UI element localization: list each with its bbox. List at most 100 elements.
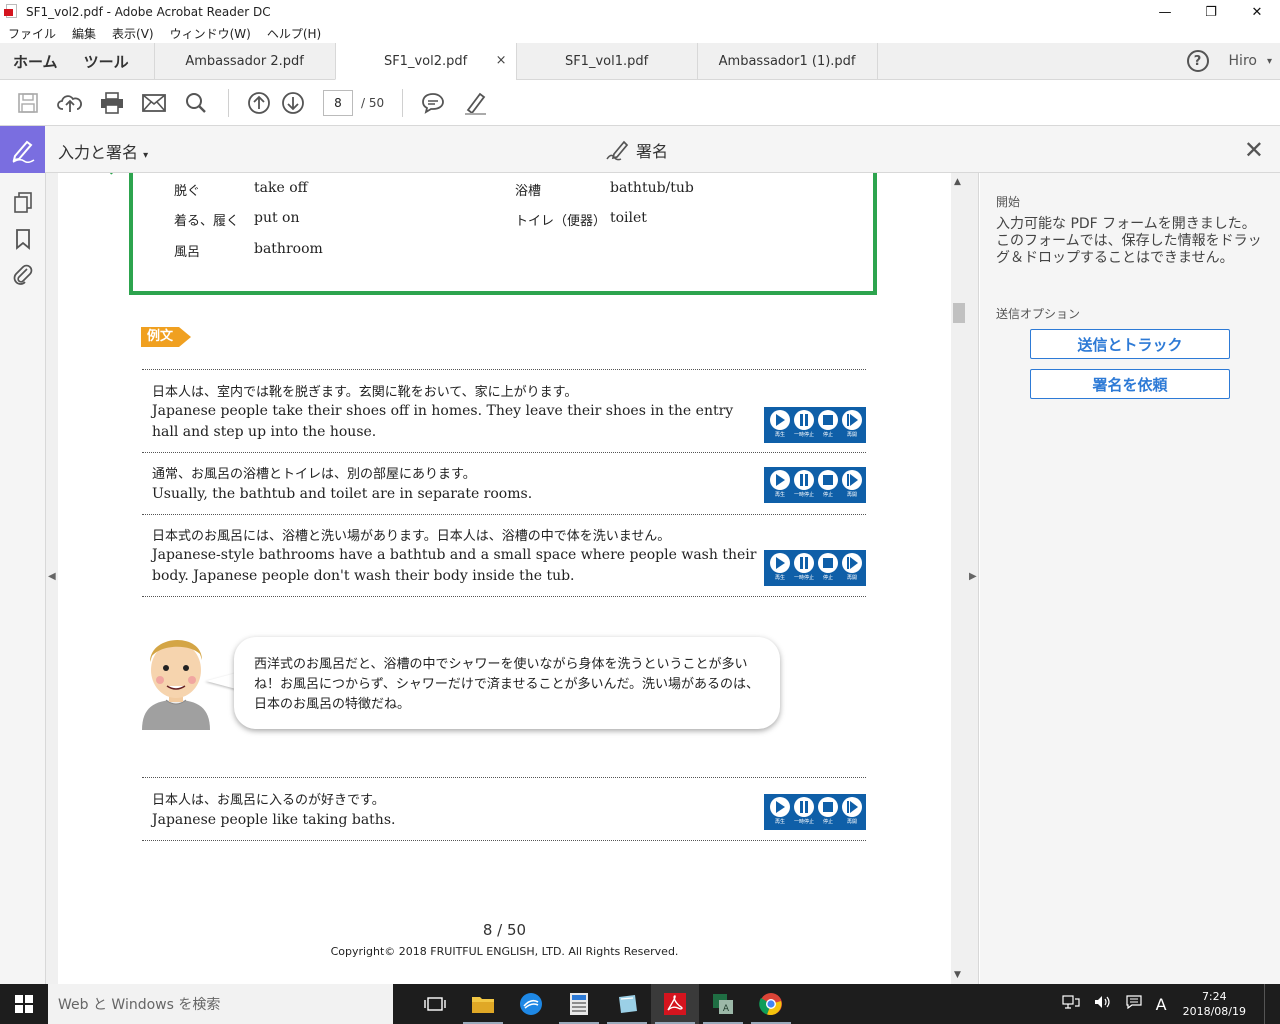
taskbar-clock[interactable]: 7:24 2018/08/19 bbox=[1183, 989, 1246, 1019]
file-explorer-icon[interactable] bbox=[459, 984, 507, 1024]
example-en: Japanese people like taking baths. bbox=[152, 812, 396, 828]
player-label: 再開 bbox=[846, 432, 857, 438]
request-signature-button[interactable]: 署名を依頼 bbox=[1030, 369, 1230, 399]
search-icon[interactable] bbox=[182, 89, 210, 117]
acrobat-taskbar-icon[interactable] bbox=[651, 984, 699, 1024]
vocab-en: put on bbox=[254, 210, 300, 226]
fill-sign-pen-icon[interactable] bbox=[0, 126, 45, 173]
copyright-footer: Copyright© 2018 FRUITFUL ENGLISH, LTD. A… bbox=[330, 945, 679, 958]
play-button[interactable]: 再生 bbox=[768, 470, 792, 500]
highlight-pen-icon[interactable] bbox=[461, 89, 489, 117]
vocab-en: bathroom bbox=[254, 241, 323, 257]
fill-sign-mode-dropdown[interactable]: 入力と署名 ▾ bbox=[58, 139, 148, 163]
vocab-jp: 着る、履く bbox=[174, 214, 240, 229]
play-button[interactable]: 再生 bbox=[768, 553, 792, 583]
action-center-icon[interactable] bbox=[1126, 995, 1142, 1013]
close-tab-icon[interactable]: × bbox=[496, 53, 507, 68]
pause-button[interactable]: 一時停止 bbox=[792, 470, 816, 500]
menu-file[interactable]: ファイル bbox=[0, 25, 64, 42]
scroll-down-icon[interactable]: ▼ bbox=[954, 970, 961, 980]
send-and-track-button[interactable]: 送信とトラック bbox=[1030, 329, 1230, 359]
doc-tab-sf1-vol1[interactable]: SF1_vol1.pdf bbox=[515, 43, 697, 80]
windows-taskbar: Web と Windows を検索 A A 7:24 2018/08/19 bbox=[0, 984, 1280, 1024]
player-label: 一時停止 bbox=[793, 492, 814, 498]
calculator-app-icon[interactable] bbox=[555, 984, 603, 1024]
menu-view[interactable]: 表示(V) bbox=[104, 25, 162, 42]
user-name[interactable]: Hiro bbox=[1229, 53, 1257, 69]
page-thumbnails-icon[interactable] bbox=[12, 191, 34, 213]
scroll-up-icon[interactable]: ▲ bbox=[954, 177, 961, 187]
pause-button[interactable]: 一時停止 bbox=[792, 410, 816, 440]
home-tab[interactable]: ホーム bbox=[0, 51, 71, 72]
resume-button[interactable]: 再開 bbox=[840, 797, 864, 827]
menu-window[interactable]: ウィンドウ(W) bbox=[162, 25, 259, 42]
play-button[interactable]: 再生 bbox=[768, 797, 792, 827]
stop-button[interactable]: 停止 bbox=[816, 797, 840, 827]
speech-bubble: 西洋式のお風呂だと、浴槽の中でシャワーを使いながら身体を洗うということが多いね！… bbox=[234, 637, 780, 729]
sign-pen-icon bbox=[606, 140, 629, 161]
page-number-input[interactable]: 8 bbox=[323, 89, 353, 116]
chrome-browser-icon[interactable] bbox=[747, 984, 795, 1024]
audio-player-controls: 再生 一時停止 停止 再開 bbox=[764, 407, 866, 443]
audio-player-controls: 再生 一時停止 停止 再開 bbox=[764, 467, 866, 503]
document-scrollbar[interactable]: ▲ ▼ bbox=[951, 173, 967, 984]
menu-help[interactable]: ヘルプ(H) bbox=[259, 25, 329, 42]
next-page-icon[interactable] bbox=[279, 89, 307, 117]
email-icon[interactable] bbox=[140, 89, 168, 117]
stop-button[interactable]: 停止 bbox=[816, 553, 840, 583]
stop-button[interactable]: 停止 bbox=[816, 410, 840, 440]
previous-page-icon[interactable] bbox=[245, 89, 273, 117]
task-view-icon[interactable] bbox=[411, 984, 459, 1024]
example-label-text: 例文 bbox=[141, 327, 180, 347]
resume-button[interactable]: 再開 bbox=[840, 553, 864, 583]
player-label: 再開 bbox=[846, 819, 857, 825]
save-icon[interactable] bbox=[14, 89, 42, 117]
help-icon[interactable]: ? bbox=[1186, 50, 1209, 72]
doc-tab-ambassador1[interactable]: Ambassador1 (1).pdf bbox=[696, 43, 878, 80]
print-icon[interactable] bbox=[98, 89, 126, 117]
tools-tab[interactable]: ツール bbox=[71, 51, 142, 72]
upload-cloud-icon[interactable] bbox=[56, 89, 84, 117]
player-label: 再生 bbox=[774, 819, 785, 825]
mail-app-icon[interactable] bbox=[507, 984, 555, 1024]
scrollbar-thumb[interactable] bbox=[953, 303, 965, 323]
close-fill-sign-icon[interactable]: ✕ bbox=[1244, 136, 1264, 164]
vocab-jp: トイレ（便器） bbox=[515, 214, 607, 229]
attachment-icon[interactable] bbox=[12, 263, 34, 285]
excel-like-app-icon[interactable]: A bbox=[699, 984, 747, 1024]
close-window-button[interactable]: ✕ bbox=[1234, 0, 1280, 24]
fill-sign-mode-label: 入力と署名 bbox=[58, 143, 139, 162]
bookmark-icon[interactable] bbox=[12, 228, 34, 250]
minimize-button[interactable]: — bbox=[1142, 0, 1188, 24]
vocab-en: toilet bbox=[610, 210, 647, 226]
left-panel-toggle[interactable]: ◀ bbox=[46, 173, 58, 984]
doc-tab-ambassador2[interactable]: Ambassador 2.pdf bbox=[153, 43, 335, 80]
show-desktop-button[interactable] bbox=[1264, 984, 1280, 1024]
restore-button[interactable]: ❐ bbox=[1188, 0, 1234, 24]
resume-button[interactable]: 再開 bbox=[840, 470, 864, 500]
example-en: Japanese-style bathrooms have a bathtub … bbox=[152, 547, 757, 584]
notes-app-icon[interactable] bbox=[603, 984, 651, 1024]
pause-button[interactable]: 一時停止 bbox=[792, 797, 816, 827]
volume-icon[interactable] bbox=[1094, 995, 1112, 1013]
stop-button[interactable]: 停止 bbox=[816, 470, 840, 500]
doc-tab-sf1-vol2[interactable]: SF1_vol2.pdf × bbox=[334, 43, 516, 80]
menu-edit[interactable]: 編集 bbox=[64, 25, 104, 42]
pause-button[interactable]: 一時停止 bbox=[792, 553, 816, 583]
svg-text:A: A bbox=[723, 1004, 730, 1014]
play-button[interactable]: 再生 bbox=[768, 410, 792, 440]
network-icon[interactable] bbox=[1062, 995, 1080, 1013]
comment-icon[interactable] bbox=[419, 89, 447, 117]
window-title: SF1_vol2.pdf - Adobe Acrobat Reader DC bbox=[26, 5, 271, 19]
right-panel-toggle[interactable]: ▶ bbox=[967, 173, 979, 984]
taskbar-search-box[interactable]: Web と Windows を検索 bbox=[48, 984, 393, 1024]
user-menu-chevron-icon[interactable]: ▾ bbox=[1267, 56, 1272, 67]
document-page: 脱ぐ take off 着る、履く put on 風呂 bathroom 浴槽 … bbox=[58, 173, 951, 984]
resume-button[interactable]: 再開 bbox=[840, 410, 864, 440]
vocab-en: take off bbox=[254, 180, 308, 196]
sign-button[interactable]: 署名 bbox=[606, 138, 668, 162]
ime-indicator[interactable]: A bbox=[1156, 995, 1167, 1014]
windows-start-icon[interactable] bbox=[0, 984, 48, 1024]
vocabulary-box: 脱ぐ take off 着る、履く put on 風呂 bathroom 浴槽 … bbox=[106, 173, 877, 295]
doc-tab-label: Ambassador 2.pdf bbox=[185, 54, 304, 69]
